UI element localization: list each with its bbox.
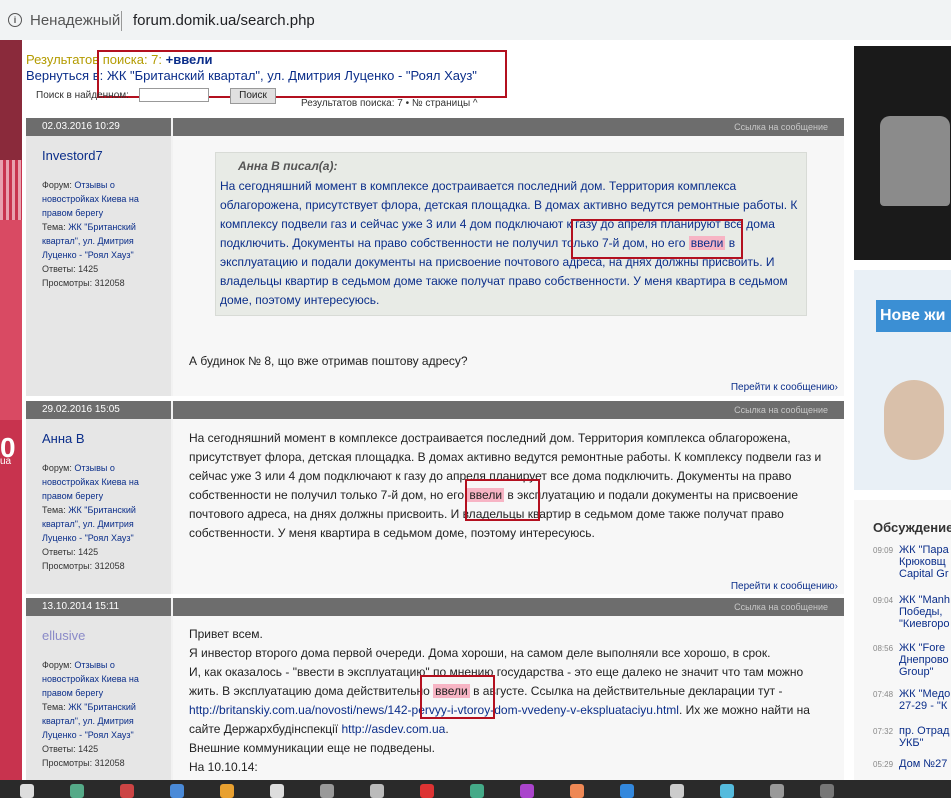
post-1: 02.03.2016 10:29 Ссылка на сообщение Inv…: [26, 118, 844, 396]
app-icon[interactable]: [670, 784, 684, 798]
post-text: Привет всем. Я инвестор второго дома пер…: [189, 627, 810, 774]
search-within-label: Поиск в найденном:: [36, 90, 129, 101]
post-date: 29.02.2016 15:05: [42, 404, 120, 415]
post-permalink[interactable]: Ссылка на сообщение: [734, 602, 828, 612]
post-author-panel: Анна В Форум: Отзывы о новостройках Киев…: [26, 419, 171, 594]
app-icon[interactable]: [370, 784, 384, 798]
right-sidebar: Нове жи Обсуждение 09:09 ЖК "Пара Крюков…: [852, 40, 951, 780]
post-date: 02.03.2016 10:29: [42, 121, 120, 132]
app-icon[interactable]: [720, 784, 734, 798]
post-header: 02.03.2016 10:29 Ссылка на сообщение: [26, 118, 844, 136]
post-permalink[interactable]: Ссылка на сообщение: [734, 122, 828, 132]
app-icon[interactable]: [20, 784, 34, 798]
app-icon[interactable]: [220, 784, 234, 798]
username[interactable]: Анна В: [42, 431, 85, 446]
views-count: Просмотры: 312058: [42, 278, 125, 288]
quote-author: Анна В писал(а):: [238, 159, 338, 173]
app-icon[interactable]: [320, 784, 334, 798]
housing-ad-banner[interactable]: Нове жи: [854, 270, 951, 490]
post-header: 29.02.2016 15:05 Ссылка на сообщение: [26, 401, 844, 419]
post-meta: Форум: Отзывы о новостройках Киева на пр…: [42, 660, 139, 768]
annotation-box: [420, 675, 495, 719]
left-ad-banner[interactable]: 0 ua: [0, 40, 22, 780]
post-2: 29.02.2016 15:05 Ссылка на сообщение Анн…: [26, 401, 844, 594]
views-count: Просмотры: 312058: [42, 758, 125, 768]
views-count: Просмотры: 312058: [42, 561, 125, 571]
app-icon[interactable]: [120, 784, 134, 798]
info-icon[interactable]: i: [8, 13, 22, 27]
app-icon[interactable]: [570, 784, 584, 798]
post-body: Анна В писал(а): На сегодняшний момент в…: [173, 136, 844, 396]
app-icon[interactable]: [270, 784, 284, 798]
app-icon[interactable]: [470, 784, 484, 798]
asdev-link[interactable]: http://asdev.com.ua: [341, 722, 445, 736]
ad-small-text: ua: [0, 456, 12, 467]
post-meta: Форум: Отзывы о новостройках Киева на пр…: [42, 463, 139, 571]
post-header: 13.10.2014 15:11 Ссылка на сообщение: [26, 598, 844, 616]
username[interactable]: ellusive: [42, 628, 85, 643]
search-button[interactable]: Поиск: [230, 88, 276, 104]
url-text[interactable]: forum.domik.ua/search.php: [133, 12, 315, 29]
post-author-panel: ellusive Форум: Отзывы о новостройках Ки…: [26, 616, 171, 780]
post-3: 13.10.2014 15:11 Ссылка на сообщение ell…: [26, 598, 844, 780]
ad-pattern: [0, 160, 22, 220]
app-icon[interactable]: [170, 784, 184, 798]
replies-count: Ответы: 1425: [42, 547, 99, 557]
address-bar[interactable]: i Ненадежный forum.domik.ua/search.php: [0, 0, 951, 41]
post-meta: Форум: Отзывы о новостройках Киева на пр…: [42, 180, 139, 288]
goto-post-link[interactable]: Перейти к сообщению›: [731, 581, 838, 592]
app-icon[interactable]: [520, 784, 534, 798]
annotation-box: [465, 479, 540, 521]
replies-count: Ответы: 1425: [42, 744, 99, 754]
hand-image: [884, 380, 944, 460]
post-body: Привет всем. Я инвестор второго дома пер…: [173, 616, 844, 780]
stone-image: [880, 116, 950, 206]
app-icon[interactable]: [770, 784, 784, 798]
ad-label: Нове жи: [876, 300, 951, 332]
app-icon[interactable]: [620, 784, 634, 798]
ad-building-image-2: [0, 220, 22, 420]
security-label: Ненадежный: [30, 12, 121, 29]
search-within-form: Поиск в найденном: Поиск: [36, 88, 276, 104]
reply-text: А будинок № 8, що вже отримав поштову ад…: [189, 354, 468, 368]
app-icon[interactable]: [420, 784, 434, 798]
annotation-box: [571, 219, 743, 259]
search-within-input[interactable]: [139, 88, 209, 102]
replies-count: Ответы: 1425: [42, 264, 99, 274]
pagination-info: Результатов поиска: 7 • № страницы ^: [301, 98, 478, 109]
post-author-panel: Investord7 Форум: Отзывы о новостройках …: [26, 136, 171, 396]
main-content: Результатов поиска: 7: +ввели Вернуться …: [22, 40, 852, 780]
os-taskbar: [0, 780, 951, 798]
app-icon[interactable]: [820, 784, 834, 798]
post-body: На сегодняшний момент в комплексе достра…: [173, 419, 844, 594]
post-permalink[interactable]: Ссылка на сообщение: [734, 405, 828, 415]
app-icon[interactable]: [70, 784, 84, 798]
goto-post-link[interactable]: Перейти к сообщению›: [731, 382, 838, 393]
username[interactable]: Investord7: [42, 148, 103, 163]
discussions-title: Обсуждение: [873, 520, 951, 535]
discussions-panel: Обсуждение 09:09 ЖК "Пара Крюковщ Capita…: [854, 500, 951, 780]
divider: [121, 11, 122, 31]
post-date: 13.10.2014 15:11: [42, 601, 120, 612]
stone-ad-banner[interactable]: [854, 46, 951, 260]
ad-building-image: [0, 40, 22, 160]
